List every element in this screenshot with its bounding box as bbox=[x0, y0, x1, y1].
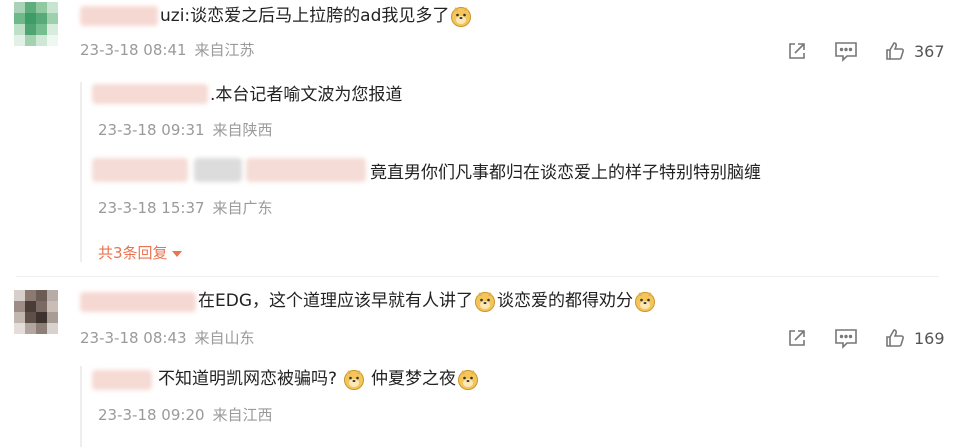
avatar[interactable] bbox=[14, 290, 58, 334]
comment-meta: 23-3-18 08:41 来自江苏 bbox=[80, 40, 255, 60]
doge-emoji-icon bbox=[451, 7, 472, 27]
comment-button[interactable] bbox=[834, 40, 858, 62]
like-button[interactable]: 169 bbox=[884, 327, 945, 349]
reply-text-main: .本台记者喻文波为您报道 bbox=[210, 85, 403, 105]
reply-text-main: 竟直男你们凡事都归在谈恋爱上的样子特别特别脑缠 bbox=[370, 163, 761, 183]
reply-time: 23-3-18 15:37 bbox=[98, 199, 205, 217]
comment-text: uzi:谈恋爱之后马上拉胯的ad我见多了 bbox=[160, 5, 473, 27]
doge-emoji-icon bbox=[475, 292, 496, 312]
like-count: 169 bbox=[914, 328, 945, 348]
comment-text-tail: 谈恋爱的都得劝分 bbox=[497, 291, 634, 311]
comment-actions: 169 bbox=[786, 327, 945, 349]
comment-location: 来自江苏 bbox=[194, 41, 255, 59]
share-button[interactable] bbox=[786, 327, 808, 349]
doge-emoji-icon bbox=[635, 292, 656, 312]
comment-meta: 23-3-18 08:43 来自山东 bbox=[80, 328, 255, 348]
reply-text: 不知道明凯网恋被骗吗? 仲夏梦之夜 bbox=[158, 368, 480, 390]
reply-location: 来自广东 bbox=[212, 199, 273, 217]
comment-time: 23-3-18 08:41 bbox=[80, 41, 187, 59]
comment-text-main: uzi:谈恋爱之后马上拉胯的ad我见多了 bbox=[160, 6, 450, 26]
comment-actions: 367 bbox=[786, 40, 945, 62]
comment-location: 来自山东 bbox=[194, 329, 255, 347]
doge-emoji-icon bbox=[458, 370, 479, 390]
reply-meta: 23-3-18 09:31 来自陕西 bbox=[98, 120, 273, 140]
username-redacted[interactable] bbox=[92, 84, 208, 104]
comment-icon bbox=[835, 42, 857, 62]
like-count: 367 bbox=[914, 41, 945, 61]
reply-text-tail: 仲夏梦之夜 bbox=[371, 369, 457, 389]
share-icon bbox=[789, 330, 805, 346]
reply-time: 23-3-18 09:31 bbox=[98, 121, 205, 139]
like-icon bbox=[886, 329, 904, 347]
comment-icon bbox=[835, 329, 857, 349]
reply-meta: 23-3-18 09:20 来自江西 bbox=[98, 405, 273, 425]
comment-text: 在EDG，这个道理应该早就有人讲了 谈恋爱的都得劝分 bbox=[198, 290, 657, 312]
comment-button[interactable] bbox=[834, 327, 858, 349]
share-icon bbox=[789, 43, 805, 59]
like-icon bbox=[886, 42, 904, 60]
reply-meta: 23-3-18 15:37 来自广东 bbox=[98, 198, 273, 218]
comment-divider bbox=[16, 276, 939, 277]
username-redacted[interactable] bbox=[92, 370, 152, 390]
more-replies-link[interactable]: 共3条回复 bbox=[98, 242, 182, 263]
more-replies-label: 共3条回复 bbox=[98, 244, 168, 262]
share-button[interactable] bbox=[786, 40, 808, 62]
reply-location: 来自陕西 bbox=[212, 121, 273, 139]
avatar[interactable] bbox=[14, 2, 58, 46]
caret-down-icon bbox=[171, 250, 182, 257]
doge-emoji-icon bbox=[344, 370, 365, 390]
reply-thread-line bbox=[80, 82, 82, 262]
comment-time: 23-3-18 08:43 bbox=[80, 329, 187, 347]
reply-text: 竟直男你们凡事都归在谈恋爱上的样子特别特别脑缠 bbox=[370, 162, 761, 184]
reply-time: 23-3-18 09:20 bbox=[98, 406, 205, 424]
username-redacted[interactable] bbox=[92, 158, 188, 182]
username-redacted bbox=[194, 158, 242, 182]
reply-text-main: 不知道明凯网恋被骗吗? bbox=[158, 369, 338, 389]
like-button[interactable]: 367 bbox=[884, 40, 945, 62]
reply-text: .本台记者喻文波为您报道 bbox=[210, 84, 402, 106]
username-redacted[interactable] bbox=[80, 6, 158, 26]
reply-location: 来自江西 bbox=[212, 406, 273, 424]
username-redacted bbox=[246, 158, 366, 182]
username-redacted[interactable] bbox=[80, 292, 196, 312]
reply-thread-line bbox=[80, 366, 82, 447]
comment-text-main: 在EDG，这个道理应该早就有人讲了 bbox=[198, 291, 474, 311]
